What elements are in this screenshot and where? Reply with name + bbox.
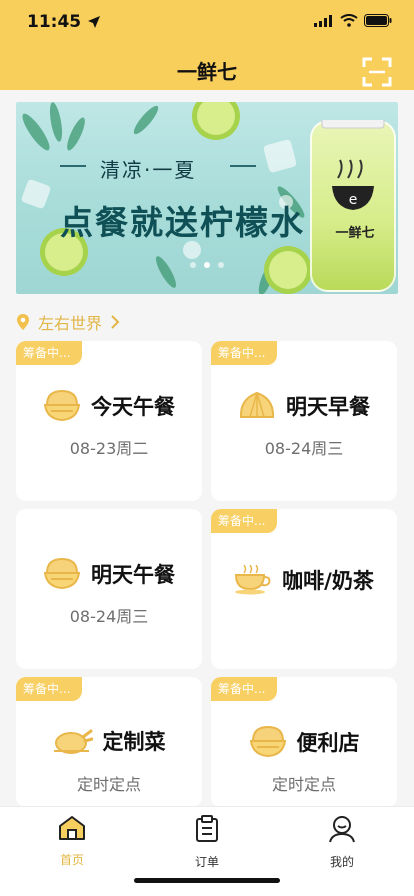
home-indicator	[134, 878, 280, 883]
location-selector[interactable]: 左右世界	[16, 310, 120, 334]
card-date: 08-24周三	[264, 439, 344, 458]
location-pin-icon	[17, 314, 29, 330]
card-date: 08-24周三	[69, 607, 149, 626]
subtitle-line-right	[230, 165, 256, 167]
tab-label: 我的	[329, 855, 354, 869]
card-title-row: 便利店	[211, 725, 397, 759]
subtitle-line-left	[60, 165, 86, 167]
chevron-right-icon	[111, 315, 120, 329]
card-title-row: 今天午餐	[16, 389, 202, 423]
status-time: 11:45	[27, 12, 101, 32]
card-title-row: 明天午餐	[16, 557, 202, 591]
menu-card-today-lunch[interactable]: 筹备中... 今天午餐 08-23周二	[16, 341, 202, 501]
banner-headline: 点餐就送柠檬水	[60, 203, 305, 242]
rice-bowl-icon	[43, 389, 81, 422]
status-badge: 筹备中...	[16, 341, 82, 365]
battery-icon	[364, 14, 392, 27]
status-bar: 11:45	[0, 0, 414, 44]
menu-card-tomorrow-breakfast[interactable]: 筹备中... 明天早餐 08-24周三	[211, 341, 397, 501]
card-title: 明天午餐	[91, 563, 175, 587]
roast-chicken-icon	[53, 729, 93, 754]
promo-banner[interactable]: 清凉·一夏 点餐就送柠檬水 e 一鲜七	[16, 102, 398, 294]
menu-card-coffee-tea[interactable]: 筹备中... 咖啡/奶茶	[211, 509, 397, 669]
status-badge: 筹备中...	[211, 509, 277, 533]
card-title: 便利店	[296, 731, 360, 755]
app-header: 11:45 一鲜七	[0, 0, 414, 90]
menu-card-tomorrow-lunch[interactable]: 明天午餐 08-24周三	[16, 509, 202, 669]
card-title: 明天早餐	[286, 395, 370, 419]
bottle-brand-text: 一鲜七	[335, 226, 375, 241]
card-date: 08-23周二	[69, 439, 149, 458]
menu-card-convenience-store[interactable]: 筹备中... 便利店 定时定点	[211, 677, 397, 807]
home-icon	[59, 816, 85, 840]
carousel-indicator[interactable]	[16, 262, 398, 268]
status-badge: 筹备中...	[16, 677, 82, 701]
status-badge: 筹备中...	[211, 677, 277, 701]
carousel-dot[interactable]	[218, 262, 224, 268]
card-title-row: 咖啡/奶茶	[211, 565, 397, 595]
wifi-icon	[340, 14, 358, 27]
location-arrow-icon	[88, 16, 101, 28]
banner-subtitle: 清凉·一夏	[100, 158, 197, 182]
scan-icon[interactable]	[362, 57, 392, 87]
card-note: 定时定点	[76, 775, 141, 794]
menu-card-custom-dish[interactable]: 筹备中... 定制菜 定时定点	[16, 677, 202, 807]
carousel-dot-active[interactable]	[204, 262, 210, 268]
card-title: 定制菜	[102, 730, 166, 754]
rice-bowl-icon	[249, 725, 286, 758]
card-title: 咖啡/奶茶	[282, 569, 374, 593]
tab-label: 首页	[59, 853, 84, 867]
rice-bowl-icon	[43, 557, 81, 590]
bun-icon	[239, 391, 275, 418]
clipboard-icon	[196, 815, 218, 842]
coffee-cup-icon	[235, 565, 271, 595]
signal-icon	[314, 14, 332, 27]
location-name: 左右世界	[38, 314, 103, 333]
svg-text:e: e	[349, 192, 358, 208]
time-label: 11:45	[27, 12, 82, 32]
card-title-row: 定制菜	[16, 725, 202, 757]
tab-home[interactable]: 首页	[22, 815, 122, 868]
tab-profile[interactable]: 我的	[292, 815, 392, 870]
user-icon	[329, 816, 355, 843]
card-note: 定时定点	[271, 775, 336, 794]
status-badge: 筹备中...	[211, 341, 277, 365]
card-title-row: 明天早餐	[211, 389, 397, 423]
status-icons	[314, 14, 392, 27]
carousel-dot[interactable]	[190, 262, 196, 268]
page-title: 一鲜七	[177, 60, 237, 84]
tab-label: 订单	[194, 855, 219, 869]
card-title: 今天午餐	[91, 395, 175, 419]
tab-orders[interactable]: 订单	[157, 815, 257, 870]
